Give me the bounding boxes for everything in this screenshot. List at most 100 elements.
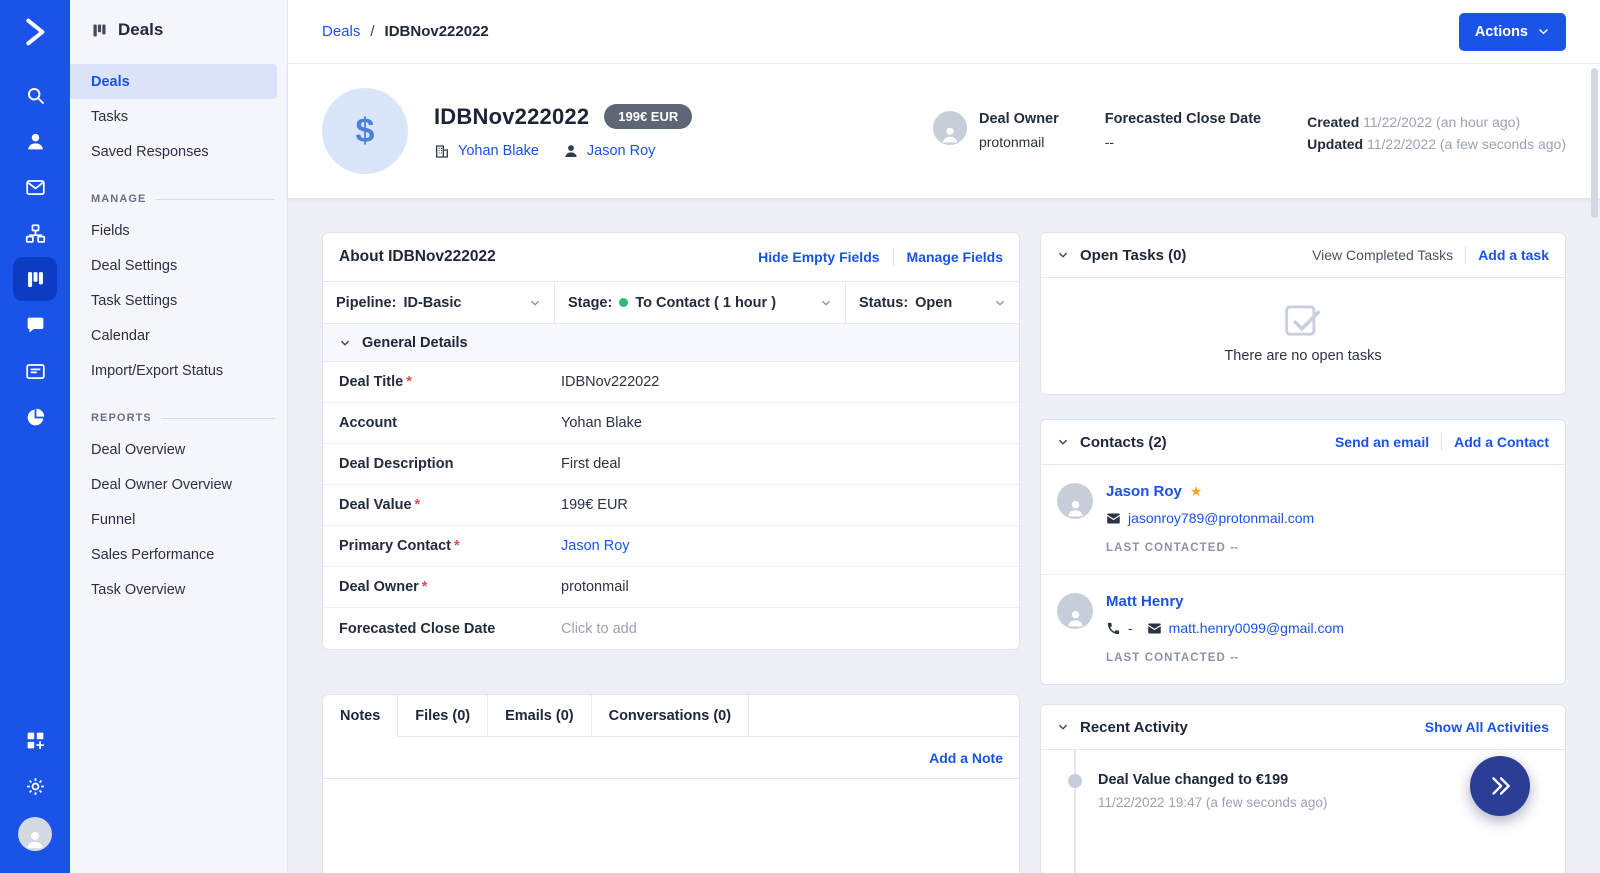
breadcrumb-deals-link[interactable]: Deals xyxy=(322,23,360,40)
field-row[interactable]: Forecasted Close Date Click to add xyxy=(323,608,1019,649)
about-panel: About IDBNov222022 Hide Empty Fields Man… xyxy=(322,232,1020,650)
field-value: 199€ EUR xyxy=(561,497,628,513)
field-row[interactable]: Deal Value* 199€ EUR xyxy=(323,485,1019,526)
general-details-toggle[interactable]: General Details xyxy=(323,324,1019,362)
deal-owner-label: Deal Owner xyxy=(979,111,1059,127)
brand-logo-icon[interactable] xyxy=(19,16,51,48)
add-note-link[interactable]: Add a Note xyxy=(929,750,1003,766)
hide-empty-fields-link[interactable]: Hide Empty Fields xyxy=(758,249,879,265)
contacts-panel: Contacts (2) Send an email Add a Contact xyxy=(1040,419,1566,685)
tab[interactable]: Files (0) xyxy=(398,695,488,737)
sidebar-item[interactable]: Deal Overview xyxy=(70,432,277,467)
checkbox-check-icon xyxy=(1279,296,1327,344)
sidebar-item[interactable]: Funnel xyxy=(70,502,277,537)
open-tasks-empty-state: There are no open tasks xyxy=(1041,278,1565,394)
status-dropdown[interactable]: Status: Open xyxy=(846,282,1019,323)
forecast-label: Forecasted Close Date xyxy=(1105,111,1261,127)
sidebar-item[interactable]: Deals xyxy=(70,64,277,99)
deal-account-link[interactable]: Yohan Blake xyxy=(434,143,539,159)
required-asterisk: * xyxy=(422,579,428,595)
add-task-link[interactable]: Add a task xyxy=(1478,247,1549,263)
sidebar-item[interactable]: Deal Owner Overview xyxy=(70,467,277,502)
sidebar-item[interactable]: Fields xyxy=(70,213,277,248)
user-avatar[interactable] xyxy=(18,817,52,851)
chevron-down-icon[interactable] xyxy=(1057,436,1069,448)
sidebar-item[interactable]: Task Overview xyxy=(70,572,277,607)
sidebar-app-title: Deals xyxy=(70,20,287,40)
mail-icon[interactable] xyxy=(13,165,57,209)
search-icon[interactable] xyxy=(13,73,57,117)
pipeline-dropdown[interactable]: Pipeline: ID-Basic xyxy=(323,282,555,323)
topbar: Deals / IDBNov222022 Actions xyxy=(288,0,1600,64)
sidebar-item[interactable]: Task Settings xyxy=(70,283,277,318)
sidebar-primary-nav: Deals Tasks Saved Responses xyxy=(70,64,287,169)
sidebar-item[interactable]: Saved Responses xyxy=(70,134,277,169)
last-contacted: LAST CONTACTED -- xyxy=(1106,652,1344,664)
building-icon xyxy=(434,143,450,159)
chat-icon[interactable] xyxy=(13,303,57,347)
field-value: IDBNov222022 xyxy=(561,374,659,390)
field-row[interactable]: Account Yohan Blake xyxy=(323,403,1019,444)
forecast-block: Forecasted Close Date -- xyxy=(1105,111,1261,150)
owner-avatar xyxy=(933,111,967,145)
actions-button[interactable]: Actions xyxy=(1459,13,1566,51)
sidebar-manage-nav: Fields Deal Settings Task Settings Calen… xyxy=(70,213,287,388)
person-icon xyxy=(1065,608,1086,629)
pie-chart-icon[interactable] xyxy=(13,395,57,439)
field-row[interactable]: Deal Title* IDBNov222022 xyxy=(323,362,1019,403)
field-value: protonmail xyxy=(561,579,629,595)
chevron-down-icon xyxy=(1537,25,1550,38)
phone-icon xyxy=(1106,621,1121,636)
sidebar-item[interactable]: Calendar xyxy=(70,318,277,353)
mail-icon xyxy=(1106,511,1121,526)
chevron-down-icon[interactable] xyxy=(1057,721,1069,733)
contact-name-link[interactable]: Jason Roy xyxy=(1106,483,1182,500)
contact-email-link[interactable]: matt.henry0099@gmail.com xyxy=(1169,620,1344,636)
deal-title: IDBNov222022 xyxy=(434,104,589,130)
sidebar-reports-nav: Deal Overview Deal Owner Overview Funnel… xyxy=(70,432,287,607)
notes-panel: Notes Files (0) Emails (0) Conversations… xyxy=(322,694,1020,873)
field-value: Yohan Blake xyxy=(561,415,642,431)
add-contact-link[interactable]: Add a Contact xyxy=(1454,434,1549,450)
gear-icon[interactable] xyxy=(13,764,57,808)
tab[interactable]: Notes xyxy=(323,695,398,737)
contact-row: Matt Henry - xyxy=(1041,575,1565,684)
collapse-panel-button[interactable] xyxy=(1470,756,1530,816)
note-editor-area[interactable] xyxy=(323,778,1019,873)
tab[interactable]: Conversations (0) xyxy=(592,695,749,737)
person-icon xyxy=(1065,498,1086,519)
sidebar-heading-reports: REPORTS xyxy=(91,412,275,424)
person-icon xyxy=(24,829,46,851)
double-chevron-right-icon xyxy=(1487,773,1513,799)
left-column: About IDBNov222022 Hide Empty Fields Man… xyxy=(322,232,1020,873)
sidebar-item[interactable]: Sales Performance xyxy=(70,537,277,572)
stage-dropdown[interactable]: Stage: To Contact ( 1 hour ) xyxy=(555,282,846,323)
star-icon: ★ xyxy=(1190,483,1203,500)
contact-name-link[interactable]: Matt Henry xyxy=(1106,593,1184,610)
contact-email-link[interactable]: jasonroy789@protonmail.com xyxy=(1128,510,1314,526)
sitemap-icon[interactable] xyxy=(13,211,57,255)
deal-meta: Deal Owner protonmail Forecasted Close D… xyxy=(933,107,1566,155)
field-value: Click to add xyxy=(561,621,637,637)
kanban-icon[interactable] xyxy=(13,257,57,301)
sidebar-item[interactable]: Tasks xyxy=(70,99,277,134)
show-all-activities-link[interactable]: Show All Activities xyxy=(1425,719,1549,735)
field-row[interactable]: Deal Owner* protonmail xyxy=(323,567,1019,608)
chevron-down-icon[interactable] xyxy=(1057,249,1069,261)
manage-fields-link[interactable]: Manage Fields xyxy=(907,249,1003,265)
field-row[interactable]: Deal Description First deal xyxy=(323,444,1019,485)
apps-grid-icon[interactable] xyxy=(13,718,57,762)
view-completed-tasks-link[interactable]: View Completed Tasks xyxy=(1312,247,1453,263)
send-email-link[interactable]: Send an email xyxy=(1335,434,1429,450)
tab[interactable]: Emails (0) xyxy=(488,695,592,737)
address-card-icon[interactable] xyxy=(13,349,57,393)
sidebar-item[interactable]: Import/Export Status xyxy=(70,353,277,388)
sidebar-item[interactable]: Deal Settings xyxy=(70,248,277,283)
person-icon[interactable] xyxy=(13,119,57,163)
open-tasks-panel: Open Tasks (0) View Completed Tasks Add … xyxy=(1040,232,1566,395)
scrollbar-thumb[interactable] xyxy=(1591,68,1598,218)
sidebar-heading-manage: MANAGE xyxy=(91,193,275,205)
mail-icon xyxy=(1147,621,1162,636)
field-row[interactable]: Primary Contact* Jason Roy xyxy=(323,526,1019,567)
deal-primary-contact-link[interactable]: Jason Roy xyxy=(563,143,656,159)
